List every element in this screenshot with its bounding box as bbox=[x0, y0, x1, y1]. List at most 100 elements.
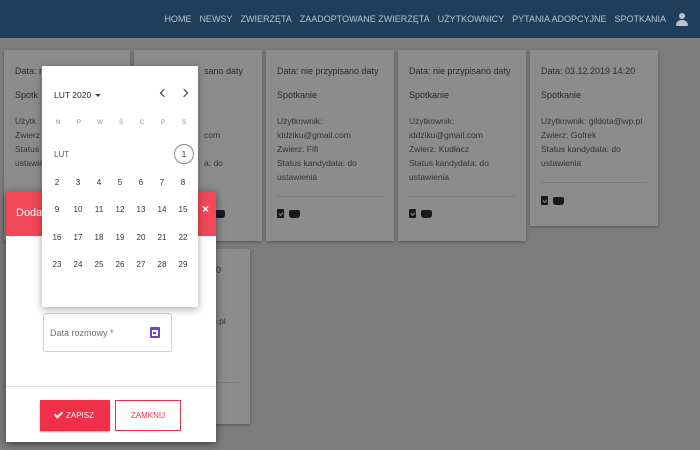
chevron-left-icon bbox=[159, 88, 169, 98]
check-icon bbox=[53, 409, 64, 419]
weekday-header: W bbox=[97, 120, 103, 126]
card-user-label: Użytkownik: bbox=[409, 116, 455, 126]
card-animal: Zwierz: Fifi bbox=[277, 144, 319, 154]
handshake-icon[interactable] bbox=[289, 210, 300, 218]
datepicker-popup: LUT 2020 N P W Ś C P S LUT 1 2 3 4 5 6 7… bbox=[42, 66, 198, 307]
day-cell[interactable]: 14 bbox=[153, 200, 171, 218]
nav-adoption-questions[interactable]: PYTANIA ADOPCYJNE bbox=[512, 14, 606, 24]
card-date: 0 bbox=[216, 265, 222, 275]
card-status: Status bbox=[15, 144, 40, 154]
chevron-right-icon bbox=[179, 88, 189, 98]
day-cell[interactable]: 22 bbox=[174, 228, 192, 246]
save-button[interactable]: ZAPISZ bbox=[40, 400, 110, 431]
dialog-divider bbox=[6, 386, 216, 387]
card-status-2: ustawienia bbox=[409, 172, 450, 182]
card-divider bbox=[541, 182, 647, 183]
card-animal: Zwierz bbox=[15, 130, 41, 140]
card-divider bbox=[277, 196, 383, 197]
card-status-2: ustawienia bbox=[277, 172, 318, 182]
weekday-header: Ś bbox=[118, 120, 123, 126]
card-user-label: Użytkownik: bbox=[277, 116, 323, 126]
handshake-icon[interactable] bbox=[421, 210, 432, 218]
clipboard-check-icon[interactable] bbox=[541, 196, 548, 205]
card-email: com bbox=[204, 130, 221, 140]
card-status: Status kandydata: do bbox=[541, 144, 621, 154]
nav-adopted-animals[interactable]: ZAADOPTOWANE ZWIERZĘTA bbox=[300, 14, 430, 24]
nav-home[interactable]: HOME bbox=[164, 14, 191, 24]
nav-news[interactable]: NEWSY bbox=[199, 14, 232, 24]
card-actions bbox=[409, 209, 432, 218]
weekday-header: P bbox=[160, 120, 165, 126]
previous-month-button[interactable] bbox=[158, 87, 169, 99]
card-date: Data: 03.12.2019 14:20 bbox=[541, 66, 636, 76]
day-cell[interactable]: 7 bbox=[153, 173, 171, 191]
card-divider bbox=[216, 382, 239, 383]
day-cell[interactable]: 21 bbox=[153, 228, 171, 246]
interview-date-field[interactable]: Data rozmowy * bbox=[43, 313, 172, 352]
caret-down-icon bbox=[95, 93, 102, 97]
card-status-2: ustawie bbox=[15, 158, 44, 168]
close-button[interactable]: ZAMKNIJ bbox=[115, 400, 181, 431]
day-cell[interactable]: 13 bbox=[132, 200, 150, 218]
day-cell[interactable]: 25 bbox=[90, 255, 108, 273]
day-cell[interactable]: 16 bbox=[48, 228, 66, 246]
day-cell[interactable]: 19 bbox=[111, 228, 129, 246]
day-cell[interactable]: 6 bbox=[132, 173, 150, 191]
card-animal: Zwierz: Kudłacz bbox=[409, 144, 469, 154]
user-icon[interactable] bbox=[676, 12, 688, 26]
day-cell[interactable]: 4 bbox=[90, 173, 108, 191]
day-cell[interactable]: 23 bbox=[48, 255, 66, 273]
day-cell[interactable]: 5 bbox=[111, 173, 129, 191]
nav-users[interactable]: UŻYTKOWNICY bbox=[438, 14, 505, 24]
day-cell[interactable]: 1 bbox=[174, 144, 194, 164]
handshake-icon[interactable] bbox=[553, 197, 564, 205]
day-cell[interactable]: 2 bbox=[48, 173, 66, 191]
meeting-card-5: Data: 03.12.2019 14:20 Spotkanie Użytkow… bbox=[530, 50, 658, 226]
clipboard-check-icon[interactable] bbox=[277, 209, 284, 218]
month-year-selector[interactable]: LUT 2020 bbox=[54, 90, 102, 100]
nav-links: HOME NEWSY ZWIERZĘTA ZAADOPTOWANE ZWIERZ… bbox=[156, 0, 688, 38]
card-email: iddziku@gmail.com bbox=[277, 130, 351, 140]
clipboard-check-icon[interactable] bbox=[409, 209, 416, 218]
meeting-card-3: Data: nie przypisano daty Spotkanie Użyt… bbox=[266, 50, 394, 241]
day-cell[interactable]: 27 bbox=[132, 255, 150, 273]
close-label: ZAMKNIJ bbox=[130, 411, 166, 420]
dialog-title: Dodaj bbox=[16, 207, 45, 219]
card-date: Data: nie przypisano daty bbox=[277, 66, 379, 76]
day-cell[interactable]: 12 bbox=[111, 200, 129, 218]
nav-meetings[interactable]: SPOTKANIA bbox=[614, 14, 666, 24]
day-cell[interactable]: 3 bbox=[69, 173, 87, 191]
card-title: Spotk bbox=[15, 90, 39, 100]
card-status-2: ustawienia bbox=[541, 158, 582, 168]
card-actions bbox=[541, 196, 564, 205]
top-navbar: HOME NEWSY ZWIERZĘTA ZAADOPTOWANE ZWIERZ… bbox=[0, 0, 700, 38]
day-cell[interactable]: 10 bbox=[69, 200, 87, 218]
day-cell[interactable]: 29 bbox=[174, 255, 192, 273]
day-cell[interactable]: 8 bbox=[174, 173, 192, 191]
next-month-button[interactable] bbox=[179, 87, 190, 99]
weekday-header: S bbox=[181, 120, 186, 126]
day-cell[interactable]: 28 bbox=[153, 255, 171, 273]
calendar-icon[interactable] bbox=[150, 327, 160, 338]
card-user-label: Użytkownik: gildota@wp.pl bbox=[541, 116, 643, 126]
day-cell[interactable]: 26 bbox=[111, 255, 129, 273]
day-cell[interactable]: 24 bbox=[69, 255, 87, 273]
month-row-label: LUT bbox=[54, 150, 70, 159]
card-actions bbox=[277, 209, 300, 218]
weekday-header: C bbox=[139, 120, 145, 126]
card-title: Spotkanie bbox=[277, 90, 318, 100]
card-status: a: do bbox=[204, 158, 223, 168]
close-icon[interactable]: × bbox=[202, 202, 209, 216]
date-field-label: Data rozmowy * bbox=[50, 328, 114, 338]
day-cell[interactable]: 17 bbox=[69, 228, 87, 246]
save-label: ZAPISZ bbox=[65, 411, 94, 420]
day-cell[interactable]: 9 bbox=[48, 200, 66, 218]
meeting-card-4: Data: nie przypisano daty Spotkanie Użyt… bbox=[398, 50, 526, 241]
day-cell[interactable]: 20 bbox=[132, 228, 150, 246]
day-cell[interactable]: 15 bbox=[174, 200, 192, 218]
day-cell[interactable]: 18 bbox=[90, 228, 108, 246]
nav-animals[interactable]: ZWIERZĘTA bbox=[240, 14, 291, 24]
card-status: Status kandydata: do bbox=[409, 158, 489, 168]
card-animal: Zwierz: Gofrek bbox=[541, 130, 597, 140]
day-cell[interactable]: 11 bbox=[90, 200, 108, 218]
